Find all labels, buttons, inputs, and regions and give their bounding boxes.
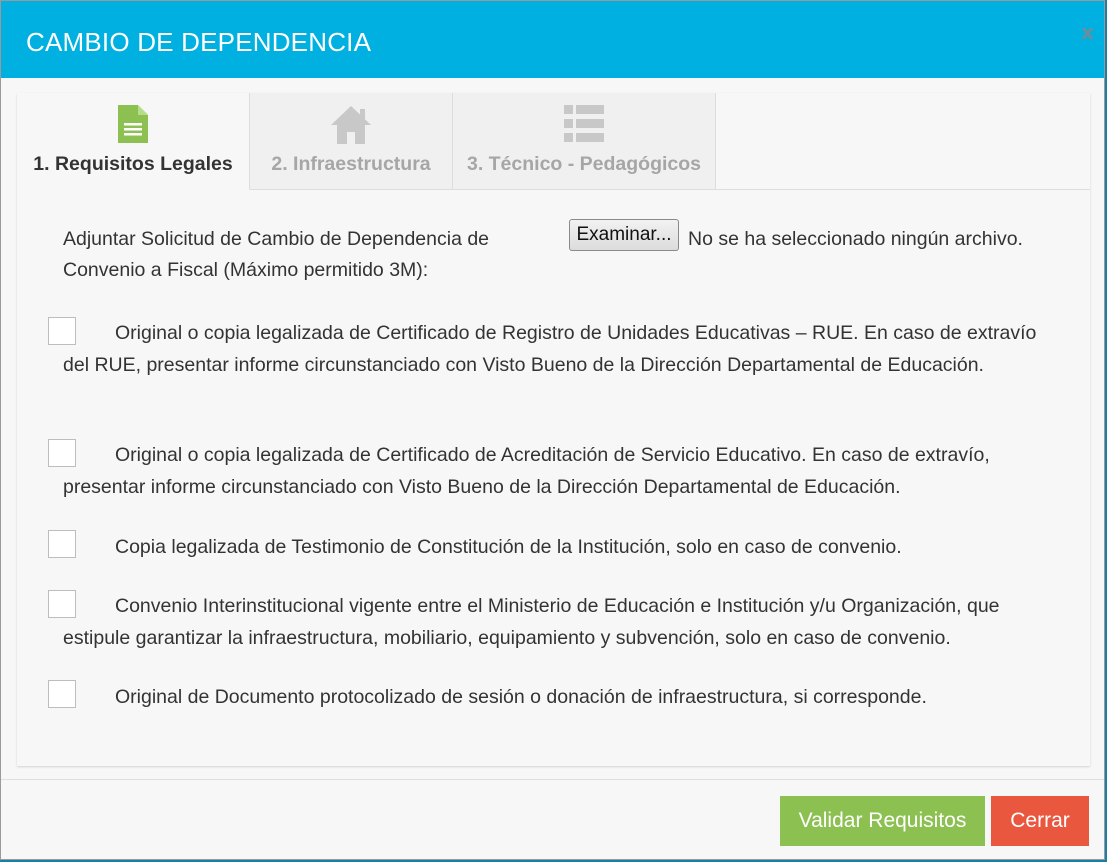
tab-label: 3. Técnico - Pedagógicos [466, 153, 702, 175]
tab-infraestructura[interactable]: 2. Infraestructura [250, 93, 453, 189]
tab-label: 1. Requisitos Legales [33, 153, 233, 175]
requirement-text: Copia legalizada de Testimonio de Consti… [115, 536, 902, 558]
modal-footer: Validar Requisitos Cerrar [1, 779, 1104, 859]
tab-bar: 1. Requisitos Legales 2. Infraestructura [17, 93, 1090, 190]
tab-requisitos-legales[interactable]: 1. Requisitos Legales [17, 93, 250, 190]
validate-requirements-button[interactable]: Validar Requisitos [780, 796, 985, 846]
list-icon [453, 105, 715, 143]
modal-body: 1. Requisitos Legales 2. Infraestructura [17, 93, 1090, 766]
tab-label: 2. Infraestructura [271, 153, 431, 175]
file-status-text: No se ha seleccionado ningún archivo. [688, 228, 1023, 250]
requirement-text: Original o copia legalizada de Certifica… [63, 444, 990, 498]
document-icon [17, 105, 249, 143]
home-icon [250, 105, 452, 144]
browse-file-button[interactable]: Examinar... [569, 219, 679, 251]
modal-dialog: CAMBIO DE DEPENDENCIA x 1. Requisitos Le… [0, 0, 1105, 860]
modal-title: CAMBIO DE DEPENDENCIA [26, 27, 372, 57]
tab-tecnico-pedagogicos[interactable]: 3. Técnico - Pedagógicos [453, 93, 716, 189]
close-button[interactable]: Cerrar [991, 796, 1089, 846]
close-icon[interactable]: x [1081, 20, 1094, 44]
requirement-text: Original o copia legalizada de Certifica… [63, 322, 1037, 376]
requirement-text: Convenio Interinstitucional vigente entr… [63, 595, 1000, 649]
modal-header: CAMBIO DE DEPENDENCIA x [1, 1, 1104, 78]
attachment-label: Adjuntar Solicitud de Cambio de Dependen… [63, 228, 490, 281]
requirement-text: Original de Documento protocolizado de s… [115, 686, 927, 708]
